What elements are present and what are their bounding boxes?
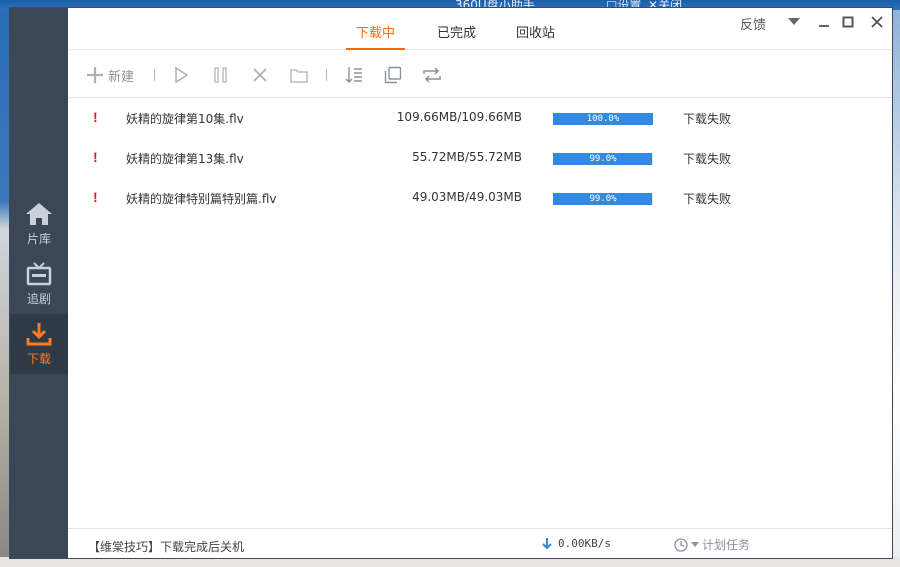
file-size: 49.03MB/49.03MB <box>412 190 522 204</box>
tab-completed[interactable]: 已完成 <box>437 22 476 50</box>
sidebar-item-library[interactable]: 片库 <box>10 194 68 254</box>
pause-button[interactable] <box>213 64 229 86</box>
tab-downloading[interactable]: 下载中 <box>345 22 406 50</box>
toolbar-separator <box>326 69 327 81</box>
status-text: 下载失败 <box>683 152 732 166</box>
progress-bar: 99.0% <box>553 153 653 165</box>
download-row[interactable]: ! 妖精的旋律特别篇特别篇.flv 49.03MB/49.03MB 99.0% … <box>68 178 892 218</box>
download-row[interactable]: ! 妖精的旋律第10集.flv 109.66MB/109.66MB 100.0%… <box>68 98 892 138</box>
new-task-label: 新建 <box>108 69 135 85</box>
feedback-link[interactable]: 反馈 <box>740 14 766 33</box>
tab-recycle-bin[interactable]: 回收站 <box>516 22 555 50</box>
sidebar: 片库 追剧 下载 <box>10 8 68 558</box>
download-icon <box>26 323 52 346</box>
sidebar-item-series[interactable]: 追剧 <box>10 254 68 314</box>
scheduled-task-label: 计划任务 <box>702 538 751 552</box>
new-task-button[interactable]: 新建 <box>86 64 134 86</box>
download-list: ! 妖精的旋律第10集.flv 109.66MB/109.66MB 100.0%… <box>68 98 892 528</box>
progress-text: 99.0% <box>589 194 617 204</box>
file-size: 109.66MB/109.66MB <box>396 110 522 124</box>
play-icon <box>175 67 189 83</box>
minimize-icon[interactable] <box>814 12 834 32</box>
download-row[interactable]: ! 妖精的旋律第13集.flv 55.72MB/55.72MB 99.0% 下载… <box>68 138 892 178</box>
progress-text: 100.0% <box>586 114 620 124</box>
copy-button[interactable] <box>384 64 402 86</box>
status-text: 下载失败 <box>683 192 732 206</box>
copy-icon <box>384 66 402 84</box>
refresh-icon <box>423 67 441 83</box>
maximize-icon[interactable] <box>838 12 858 32</box>
sidebar-item-label: 追剧 <box>26 292 51 306</box>
start-button[interactable] <box>173 64 189 86</box>
sidebar-item-download[interactable]: 下载 <box>10 314 68 374</box>
status-footer: 【维棠技巧】下载完成后关机 0.00KB/s 计划任务 <box>68 528 892 558</box>
tip-text[interactable]: 【维棠技巧】下载完成后关机 <box>88 538 244 555</box>
retry-button[interactable] <box>422 64 442 86</box>
file-name: 妖精的旋律第10集.flv <box>126 112 244 126</box>
close-icon[interactable] <box>867 12 887 32</box>
plus-icon <box>87 67 103 83</box>
home-icon <box>26 203 52 225</box>
header-bar: 下载中 已完成 回收站 反馈 <box>68 8 892 50</box>
clock-icon <box>674 537 688 552</box>
desktop-left-strip <box>0 10 10 557</box>
sidebar-item-label: 下载 <box>26 352 51 366</box>
scheduled-task-button[interactable]: 计划任务 <box>674 536 750 553</box>
file-name: 妖精的旋律第13集.flv <box>126 152 244 166</box>
speed-value: 0.00KB/s <box>558 537 611 550</box>
progress-bar: 100.0% <box>553 113 653 125</box>
delete-button[interactable] <box>252 64 268 86</box>
arrow-down-icon <box>542 537 552 549</box>
progress-text: 99.0% <box>589 154 617 164</box>
menu-dropdown-icon[interactable] <box>784 12 804 32</box>
file-name: 妖精的旋律特别篇特别篇.flv <box>126 192 277 206</box>
sidebar-item-label: 片库 <box>26 232 51 246</box>
pause-icon <box>214 67 227 83</box>
tv-icon <box>26 262 52 286</box>
desktop-right-strip <box>892 10 900 567</box>
error-icon: ! <box>93 149 98 165</box>
chevron-down-icon <box>691 541 699 547</box>
status-text: 下载失败 <box>683 112 732 126</box>
delete-icon <box>253 68 267 82</box>
toolbar: 新建 <box>68 50 892 98</box>
error-icon: ! <box>93 109 98 125</box>
open-folder-button[interactable] <box>290 64 308 86</box>
download-manager-window: 片库 追剧 下载 下载中 已完成 回收站 反馈 新建 ! 妖精的旋律第10集.f… <box>10 8 892 558</box>
sort-icon <box>345 67 362 83</box>
toolbar-separator <box>154 69 155 81</box>
folder-icon <box>290 69 308 83</box>
desktop-bottom-strip <box>0 557 900 567</box>
download-speed: 0.00KB/s <box>542 537 611 550</box>
sort-button[interactable] <box>345 64 363 86</box>
file-size: 55.72MB/55.72MB <box>412 150 522 164</box>
error-icon: ! <box>93 189 98 205</box>
progress-bar: 99.0% <box>553 193 653 205</box>
